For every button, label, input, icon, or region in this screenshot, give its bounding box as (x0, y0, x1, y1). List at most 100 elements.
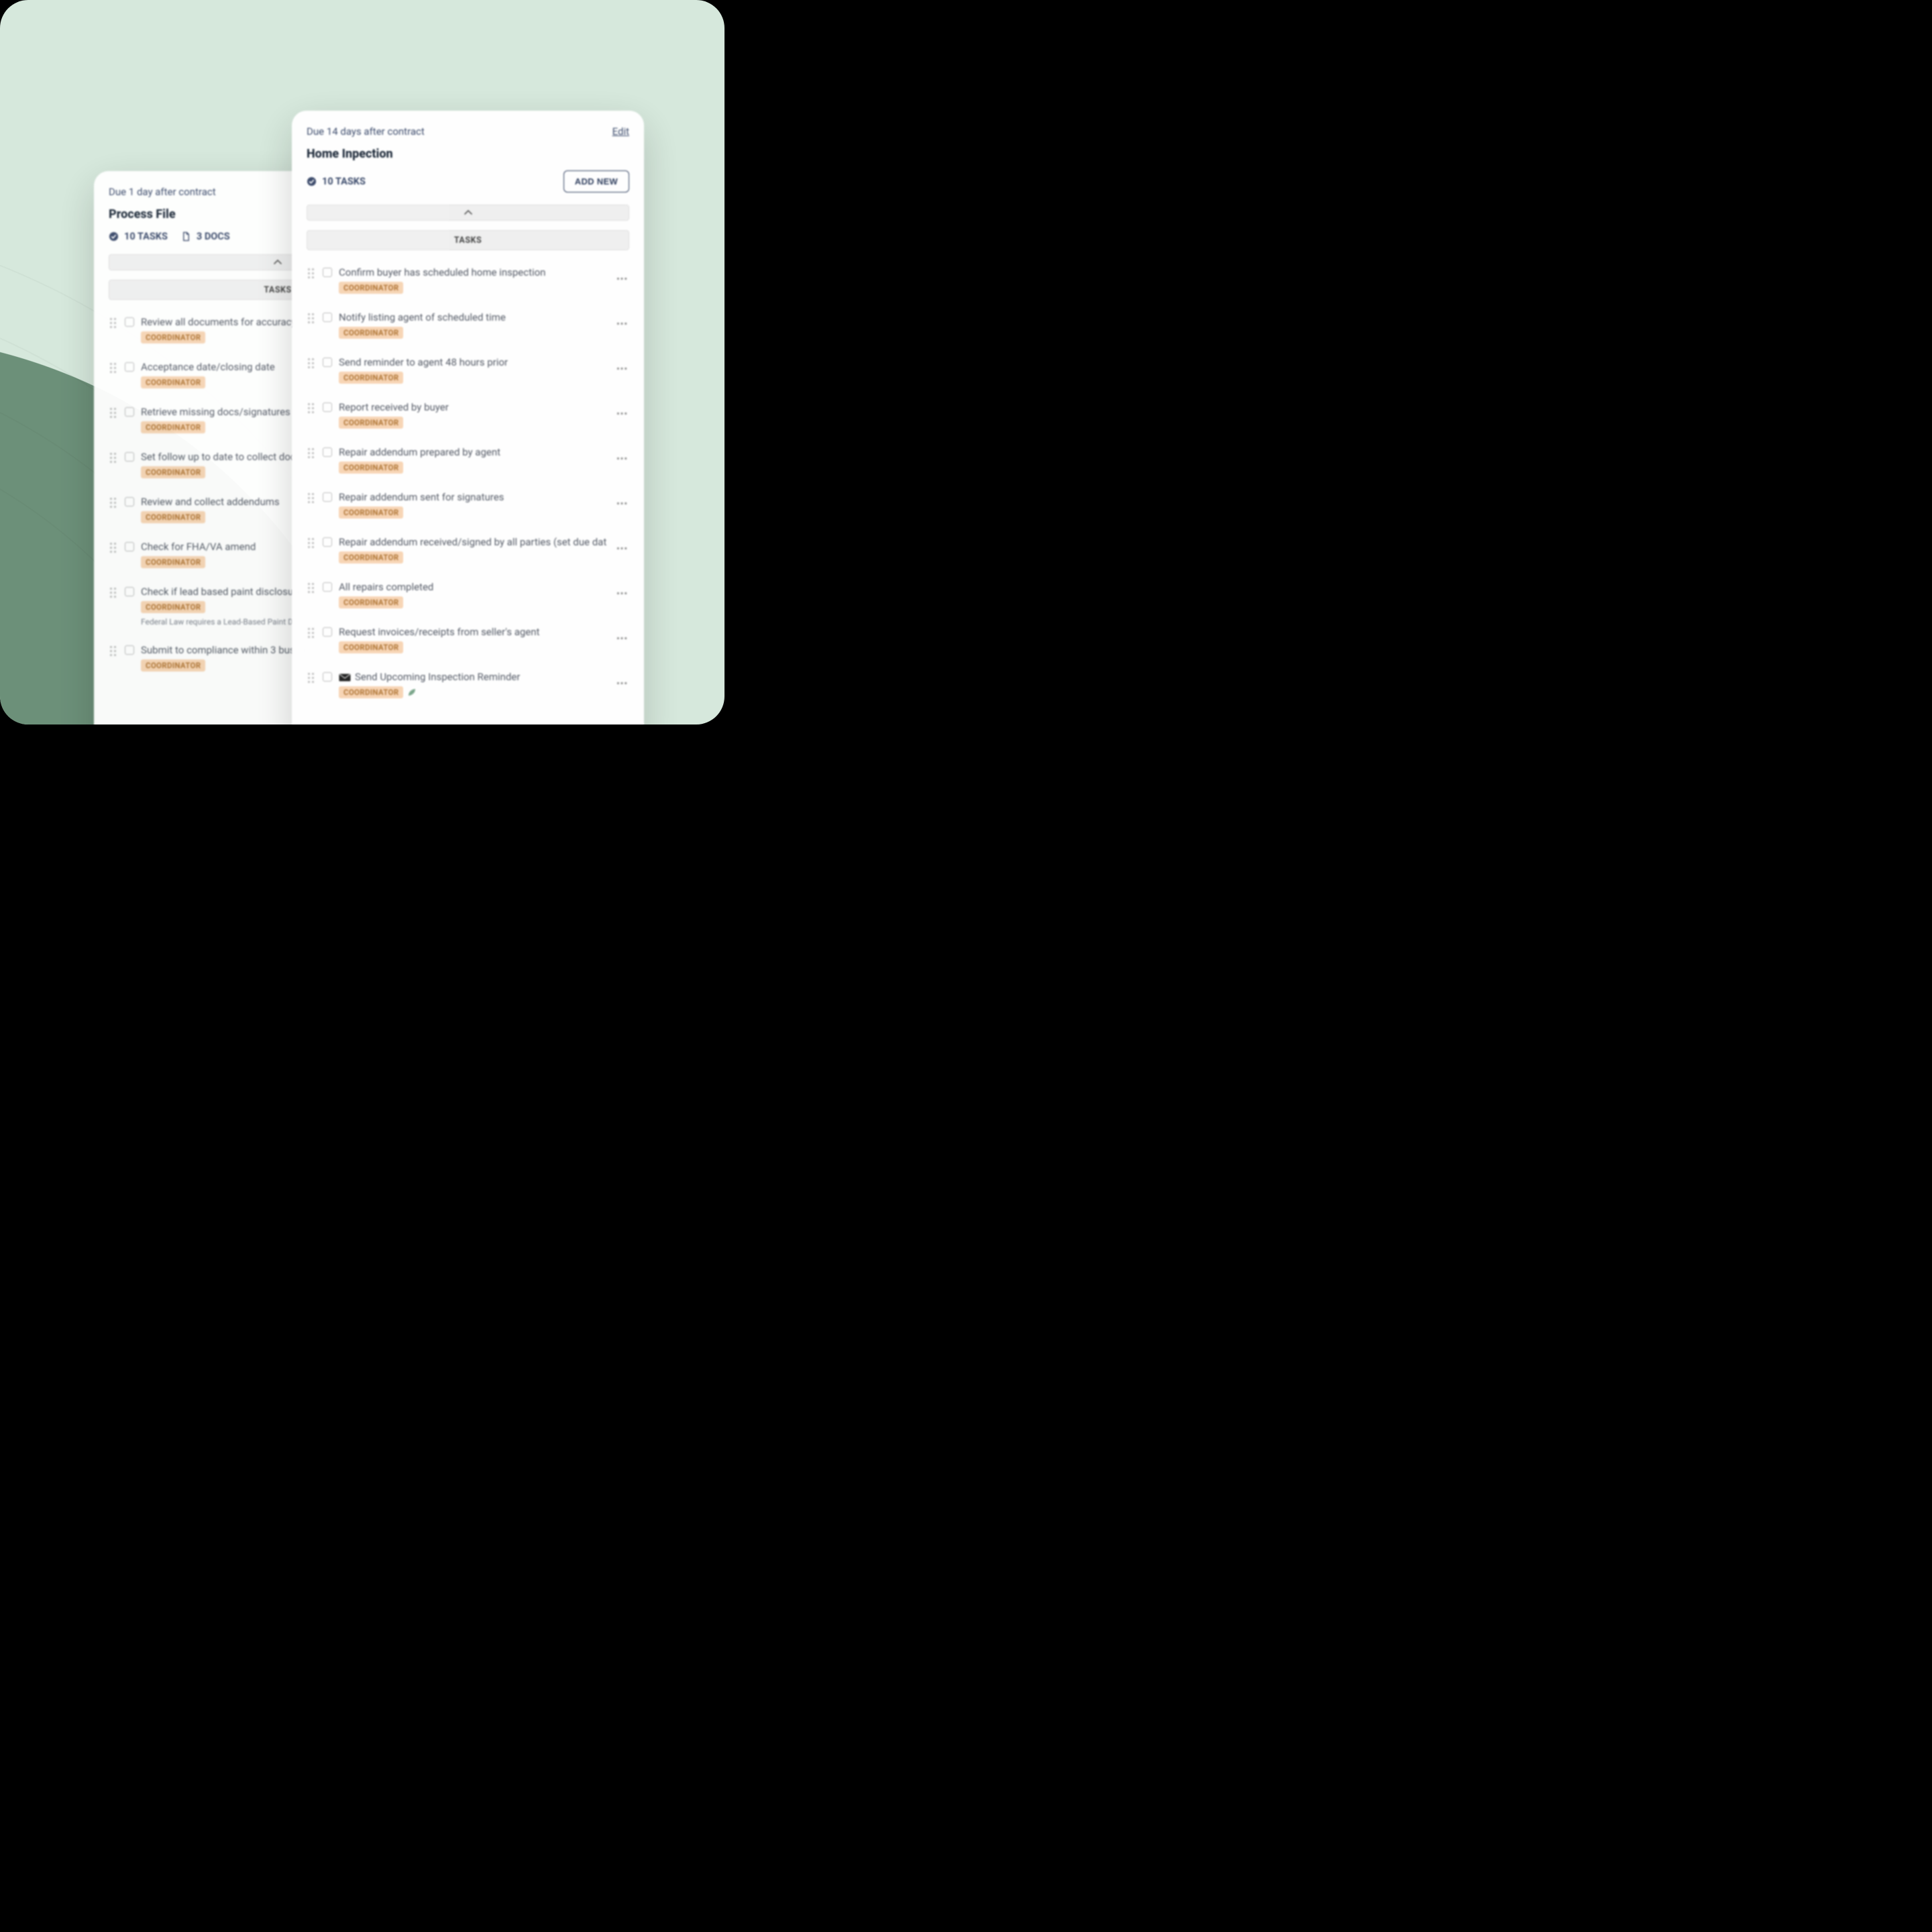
task-checkbox[interactable] (125, 452, 134, 462)
add-new-button[interactable]: ADD NEW (564, 170, 629, 193)
task-title: Repair addendum received/signed by all p… (339, 536, 606, 548)
task-title: Send Upcoming Inspection Reminder (339, 671, 606, 683)
docs-count-label: 3 DOCS (197, 231, 230, 242)
docs-count: 3 DOCS (181, 231, 230, 242)
check-circle-icon (109, 231, 119, 241)
task-more-menu[interactable]: ••• (613, 274, 628, 284)
edit-link[interactable]: Edit (612, 125, 629, 138)
task-body: Send Upcoming Inspection Reminder COORDIN… (339, 671, 606, 698)
role-tag: COORDINATOR (339, 551, 403, 564)
drag-handle-icon[interactable] (308, 583, 316, 595)
drag-handle-icon[interactable] (110, 588, 118, 600)
role-tag: COORDINATOR (141, 331, 205, 343)
role-tag: COORDINATOR (141, 601, 205, 613)
role-tag: COORDINATOR (339, 596, 403, 608)
task-row: Repair addendum prepared by agent COORDIN… (308, 438, 628, 483)
drag-handle-icon[interactable] (110, 318, 118, 330)
drag-handle-icon[interactable] (308, 403, 316, 415)
task-more-menu[interactable]: ••• (613, 319, 628, 329)
tasks-count-label: 10 TASKS (322, 176, 366, 187)
drag-handle-icon[interactable] (308, 358, 316, 370)
task-title: Request invoices/receipts from seller's … (339, 626, 606, 638)
drag-handle-icon[interactable] (308, 313, 316, 325)
screenshot-canvas: Due 1 day after contract Process File 10… (0, 0, 724, 724)
role-tag: COORDINATOR (339, 417, 403, 429)
task-more-menu[interactable]: ••• (613, 409, 628, 419)
task-title: Repair addendum prepared by agent (339, 446, 606, 458)
drag-handle-icon[interactable] (308, 448, 316, 460)
task-checkbox[interactable] (323, 582, 332, 592)
chevron-up-icon (274, 260, 282, 265)
task-checkbox[interactable] (125, 317, 134, 327)
task-checkbox[interactable] (125, 407, 134, 417)
drag-handle-icon[interactable] (308, 628, 316, 640)
collapse-toggle[interactable] (307, 205, 629, 221)
task-row: Send Upcoming Inspection Reminder COORDIN… (308, 663, 628, 708)
task-checkbox[interactable] (323, 537, 332, 547)
task-checkbox[interactable] (323, 402, 332, 412)
task-checkbox[interactable] (323, 627, 332, 637)
task-title: All repairs completed (339, 581, 606, 593)
task-checkbox[interactable] (125, 542, 134, 551)
task-title: Repair addendum sent for signatures (339, 491, 606, 503)
task-more-menu[interactable]: ••• (613, 589, 628, 599)
role-tag: COORDINATOR (141, 659, 205, 672)
card-home-inspection: Due 14 days after contract Edit Home Inp… (292, 111, 644, 724)
role-tag: COORDINATOR (339, 506, 403, 519)
task-body: Confirm buyer has scheduled home inspect… (339, 266, 606, 294)
task-list: Confirm buyer has scheduled home inspect… (307, 258, 629, 708)
leaf-icon (407, 688, 417, 697)
task-checkbox[interactable] (323, 268, 332, 277)
drag-handle-icon[interactable] (110, 363, 118, 375)
role-tag: COORDINATOR (339, 686, 403, 698)
task-checkbox[interactable] (323, 492, 332, 502)
task-more-menu[interactable]: ••• (613, 634, 628, 644)
role-tag: COORDINATOR (339, 372, 403, 384)
role-tag: COORDINATOR (339, 641, 403, 653)
task-body: Repair addendum sent for signatures COORD… (339, 491, 606, 519)
tasks-count-label: 10 TASKS (124, 231, 168, 242)
drag-handle-icon[interactable] (110, 543, 118, 555)
drag-handle-icon[interactable] (110, 408, 118, 420)
role-tag: COORDINATOR (141, 511, 205, 523)
task-more-menu[interactable]: ••• (613, 679, 628, 689)
role-tag: COORDINATOR (141, 466, 205, 478)
task-checkbox[interactable] (323, 672, 332, 682)
task-row: Send reminder to agent 48 hours prior COO… (308, 348, 628, 393)
drag-handle-icon[interactable] (110, 646, 118, 658)
drag-handle-icon[interactable] (308, 268, 316, 280)
role-tag: COORDINATOR (339, 462, 403, 474)
task-row: Notify listing agent of scheduled timeCO… (308, 303, 628, 348)
task-title: Report received by buyer (339, 401, 606, 413)
task-row: Report received by buyer COORDINATOR ••• (308, 393, 628, 438)
task-checkbox[interactable] (125, 587, 134, 596)
task-checkbox[interactable] (125, 362, 134, 372)
due-label: Due 14 days after contract (307, 125, 425, 138)
task-body: Repair addendum received/signed by all p… (339, 536, 606, 564)
drag-handle-icon[interactable] (308, 538, 316, 550)
role-tag: COORDINATOR (141, 376, 205, 388)
drag-handle-icon[interactable] (110, 498, 118, 510)
due-label: Due 1 day after contract (109, 186, 216, 198)
task-more-menu[interactable]: ••• (613, 364, 628, 374)
drag-handle-icon[interactable] (308, 673, 316, 685)
check-circle-icon (307, 176, 317, 186)
task-title: Send reminder to agent 48 hours prior (339, 356, 606, 368)
task-checkbox[interactable] (323, 313, 332, 322)
task-more-menu[interactable]: ••• (613, 454, 628, 464)
drag-handle-icon[interactable] (110, 453, 118, 465)
task-body: Send reminder to agent 48 hours prior COO… (339, 356, 606, 384)
role-tag: COORDINATOR (339, 327, 403, 339)
task-more-menu[interactable]: ••• (613, 499, 628, 509)
task-checkbox[interactable] (125, 497, 134, 506)
drag-handle-icon[interactable] (308, 493, 316, 505)
task-checkbox[interactable] (125, 645, 134, 655)
task-body: All repairs completed COORDINATOR (339, 581, 606, 608)
task-checkbox[interactable] (323, 358, 332, 367)
tasks-section-header: TASKS (307, 230, 629, 250)
task-checkbox[interactable] (323, 447, 332, 457)
task-more-menu[interactable]: ••• (613, 544, 628, 554)
envelope-icon (339, 674, 351, 682)
task-row: Request invoices/receipts from seller's … (308, 618, 628, 663)
role-tag: COORDINATOR (141, 421, 205, 433)
